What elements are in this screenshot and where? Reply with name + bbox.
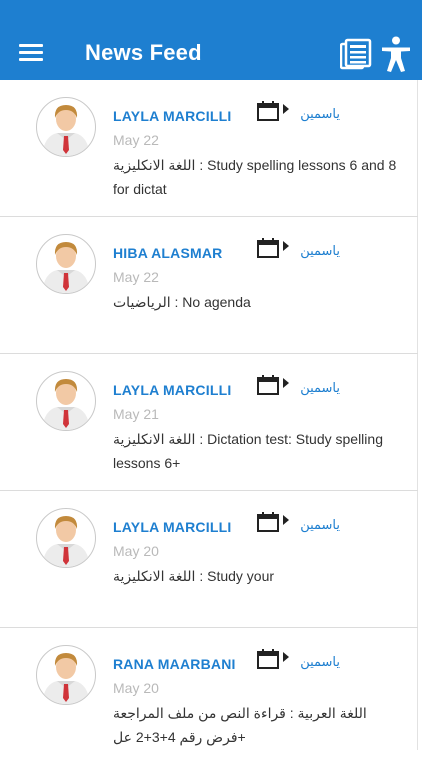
post-date: May 22: [113, 132, 159, 148]
calendar-icon[interactable]: [257, 649, 279, 669]
child-name: ياسمين: [300, 380, 340, 395]
calendar-icon[interactable]: [257, 512, 279, 532]
avatar: [36, 371, 96, 431]
calendar-icon[interactable]: [257, 238, 279, 258]
list-item[interactable]: LAYLA MARCILLI May 20 اللغة الانكليزية :…: [0, 491, 418, 628]
user-avatar-icon: [42, 653, 90, 704]
post-date: May 20: [113, 680, 159, 696]
post-date: May 20: [113, 543, 159, 559]
author-name: LAYLA MARCILLI: [113, 382, 232, 398]
app-bar: News Feed: [0, 0, 422, 80]
news-feed-list: LAYLA MARCILLI May 22 اللغة الانكليزية :…: [0, 80, 418, 764]
child-name: ياسمين: [300, 106, 340, 121]
author-name: LAYLA MARCILLI: [113, 519, 232, 535]
user-avatar-icon: [42, 516, 90, 567]
author-name: LAYLA MARCILLI: [113, 108, 232, 124]
avatar: [36, 97, 96, 157]
hamburger-menu-icon[interactable]: [19, 44, 43, 62]
page-title: News Feed: [85, 40, 202, 65]
user-avatar-icon: [42, 379, 90, 430]
play-icon[interactable]: [283, 652, 289, 662]
list-item[interactable]: LAYLA MARCILLI May 22 اللغة الانكليزية :…: [0, 80, 418, 217]
post-text: اللغة العربية : قراءة النص من ملف المراج…: [113, 705, 367, 745]
user-avatar-icon: [42, 105, 90, 156]
post-text: الرياضيات : No agenda: [113, 294, 251, 310]
list-item[interactable]: LAYLA MARCILLI May 21 اللغة الانكليزية :…: [0, 354, 418, 491]
accessibility-icon[interactable]: [381, 36, 411, 72]
list-item[interactable]: HIBA ALASMAR May 22 الرياضيات : No agend…: [0, 217, 418, 354]
post-date: May 22: [113, 269, 159, 285]
user-avatar-icon: [42, 242, 90, 293]
play-icon[interactable]: [283, 241, 289, 251]
calendar-icon[interactable]: [257, 375, 279, 395]
child-name: ياسمين: [300, 243, 340, 258]
author-name: HIBA ALASMAR: [113, 245, 223, 261]
child-name: ياسمين: [300, 654, 340, 669]
play-icon[interactable]: [283, 378, 289, 388]
list-item[interactable]: RANA MAARBANI May 20 اللغة العربية : قرا…: [0, 628, 418, 764]
post-text: اللغة الانكليزية : Study spelling lesson…: [113, 157, 397, 197]
avatar: [36, 234, 96, 294]
play-icon[interactable]: [283, 515, 289, 525]
newspaper-icon[interactable]: [340, 38, 372, 70]
child-name: ياسمين: [300, 517, 340, 532]
avatar: [36, 508, 96, 568]
post-text: اللغة الانكليزية : Dictation test: Study…: [113, 431, 383, 471]
calendar-icon[interactable]: [257, 101, 279, 121]
post-text: اللغة الانكليزية : Study your: [113, 568, 275, 584]
play-icon[interactable]: [283, 104, 289, 114]
post-date: May 21: [113, 406, 159, 422]
avatar: [36, 645, 96, 705]
author-name: RANA MAARBANI: [113, 656, 236, 672]
